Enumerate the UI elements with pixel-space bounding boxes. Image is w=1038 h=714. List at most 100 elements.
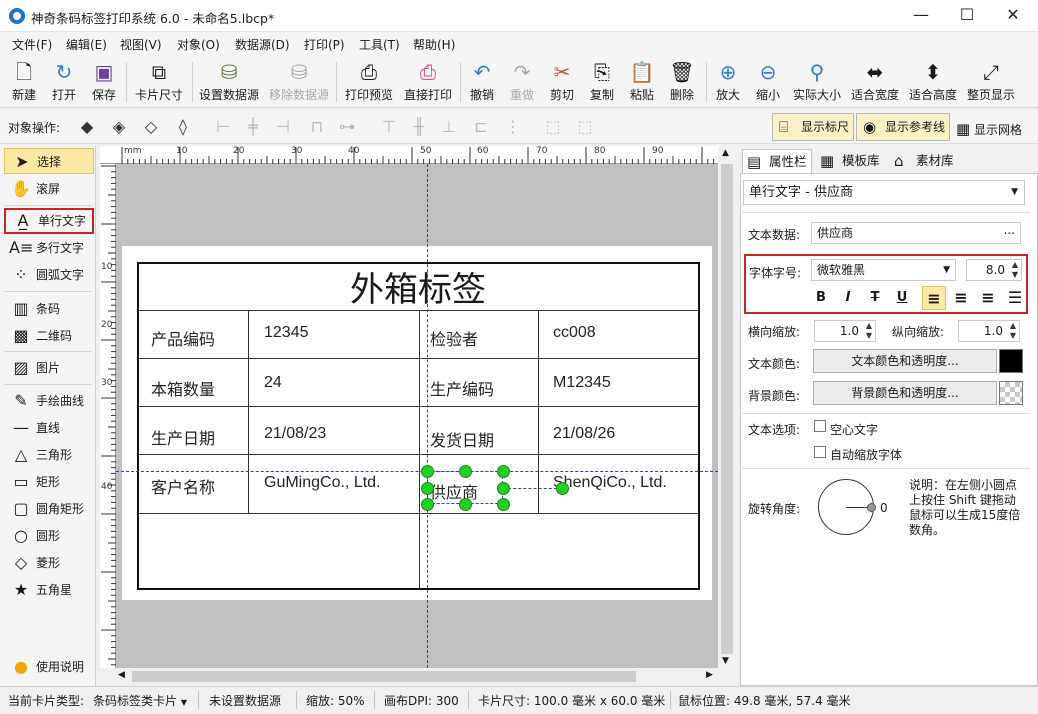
resize-handle[interactable] xyxy=(421,498,434,511)
tab-assets[interactable]: ⌂ 素材库 xyxy=(890,149,962,173)
text-color-swatch[interactable] xyxy=(999,349,1023,373)
align-center-icon[interactable]: ╪ xyxy=(242,117,264,137)
layer-up-icon[interactable]: ◇ xyxy=(140,117,162,137)
fit-width-button[interactable]: ⬌ 适合宽度 xyxy=(848,60,902,106)
menu-datasource[interactable]: 数据源(D) xyxy=(235,36,290,53)
scroll-thumb[interactable] xyxy=(721,164,733,654)
set-datasource-button[interactable]: ⛁ 设置数据源 xyxy=(198,60,260,106)
vertical-scrollbar[interactable]: ▲ ▼ xyxy=(718,146,736,668)
tool-barcode[interactable]: ▥ 条码 xyxy=(4,296,94,322)
resize-handle[interactable] xyxy=(497,482,510,495)
scroll-down-icon[interactable]: ▼ xyxy=(722,656,729,666)
menu-help[interactable]: 帮助(H) xyxy=(413,36,455,53)
align-top-icon[interactable]: ⊤ xyxy=(378,117,400,137)
resize-handle[interactable] xyxy=(497,498,510,511)
menu-view[interactable]: 视图(V) xyxy=(120,36,162,53)
rotate-handle[interactable] xyxy=(556,482,569,495)
cut-button[interactable]: ✂ 剪切 xyxy=(546,60,578,106)
tool-select[interactable]: ➤ 选择 xyxy=(4,148,94,174)
horizontal-scrollbar[interactable]: ◀ ▶ xyxy=(116,668,720,685)
menu-print[interactable]: 打印(P) xyxy=(304,36,345,53)
menu-tools[interactable]: 工具(T) xyxy=(359,36,400,53)
align-middle-icon[interactable]: ╫ xyxy=(408,117,430,137)
cell-key[interactable]: 检验者 xyxy=(430,326,478,350)
card-type-select[interactable]: 条码标签类卡片 ▼ xyxy=(93,692,187,709)
tool-image[interactable]: ▨ 图片 xyxy=(4,355,94,381)
distribute-h-icon[interactable]: ⊶ xyxy=(336,117,358,137)
scroll-thumb[interactable] xyxy=(132,671,636,682)
maximize-button[interactable]: ☐ xyxy=(944,0,990,32)
new-button[interactable]: 🗋 新建 xyxy=(8,60,40,106)
scroll-left-icon[interactable]: ◀ xyxy=(118,670,125,680)
print-preview-button[interactable]: ⎙ 打印预览 xyxy=(342,60,396,106)
cell-value[interactable]: ShenQiCo., Ltd. xyxy=(553,474,667,492)
cell-key[interactable]: 产品编码 xyxy=(151,326,215,350)
align-left-button[interactable]: ≡ xyxy=(922,286,946,310)
tool-arc-text[interactable]: ⁘ 圆弧文字 xyxy=(4,262,94,288)
tool-line[interactable]: — 直线 xyxy=(4,415,94,441)
same-width-icon[interactable]: ⊓ xyxy=(306,117,328,137)
layer-down-icon[interactable]: ◊ xyxy=(172,117,194,137)
underline-button[interactable]: U xyxy=(890,286,914,310)
font-size-spinner[interactable]: 8.0 ▲ ▼ xyxy=(966,259,1022,281)
paste-button[interactable]: 📋 粘贴 xyxy=(626,60,658,106)
zoom-in-button[interactable]: ⊕ 放大 xyxy=(712,60,744,106)
cell-key[interactable]: 生产编码 xyxy=(430,376,494,400)
tab-templates[interactable]: ▦ 模板库 xyxy=(816,149,888,173)
resize-handle[interactable] xyxy=(459,498,472,511)
text-data-input[interactable]: 供应商... xyxy=(811,222,1021,244)
send-to-back-icon[interactable]: ◈ xyxy=(108,117,130,137)
tool-multi-text[interactable]: A≡ 多行文字 xyxy=(4,235,94,261)
resize-handle[interactable] xyxy=(421,482,434,495)
tool-qrcode[interactable]: ▩ 二维码 xyxy=(4,323,94,349)
ungroup-icon[interactable]: ⬚ xyxy=(574,117,596,137)
cell-value[interactable]: 21/08/23 xyxy=(264,425,326,443)
strikethrough-button[interactable]: T xyxy=(863,286,887,310)
card-size-button[interactable]: ⧉ 卡片尺寸 xyxy=(132,60,186,106)
resize-handle[interactable] xyxy=(421,465,434,478)
scroll-up-icon[interactable]: ▲ xyxy=(722,148,729,158)
tool-triangle[interactable]: △ 三角形 xyxy=(4,442,94,468)
copy-button[interactable]: ⎘ 复制 xyxy=(586,60,618,106)
cell-value[interactable]: 24 xyxy=(264,374,282,392)
align-justify-button[interactable]: ☰ xyxy=(1003,286,1027,310)
cell-key[interactable]: 生产日期 xyxy=(151,425,215,449)
align-left-icon[interactable]: ⊢ xyxy=(212,117,234,137)
scroll-right-icon[interactable]: ▶ xyxy=(706,670,713,680)
object-select[interactable]: 单行文字 - 供应商 ▼ xyxy=(743,180,1025,205)
fit-height-button[interactable]: ⬍ 适合高度 xyxy=(906,60,960,106)
spinner-arrows-icon[interactable]: ▲ ▼ xyxy=(1010,321,1016,341)
direct-print-button[interactable]: ⎙ 直接打印 xyxy=(402,60,454,106)
undo-button[interactable]: ↶ 撤销 xyxy=(466,60,498,106)
hollow-text-checkbox[interactable] xyxy=(814,420,826,432)
show-grid-toggle[interactable]: ▦ 显示网格 xyxy=(956,120,1022,138)
menu-edit[interactable]: 编辑(E) xyxy=(66,36,107,53)
italic-button[interactable]: I xyxy=(836,286,860,310)
resize-handle[interactable] xyxy=(459,465,472,478)
v-scale-spinner[interactable]: 1.0 ▲ ▼ xyxy=(958,320,1020,342)
remove-datasource-button[interactable]: ⛁ 移除数据源 xyxy=(266,60,332,106)
font-name-select[interactable]: 微软雅黑 ▼ xyxy=(811,259,956,281)
text-color-button[interactable]: 文本颜色和透明度... xyxy=(813,349,997,373)
cell-key[interactable]: 客户名称 xyxy=(151,474,215,498)
zoom-out-button[interactable]: ⊖ 缩小 xyxy=(752,60,784,106)
bring-to-front-icon[interactable]: ◆ xyxy=(76,117,98,137)
cell-value[interactable]: 12345 xyxy=(264,324,309,342)
tab-properties[interactable]: ▤ 属性栏 xyxy=(742,149,812,173)
tool-circle[interactable]: ○ 圆形 xyxy=(4,523,94,549)
align-right-button[interactable]: ≡ xyxy=(976,286,1000,310)
bg-color-button[interactable]: 背景颜色和透明度... xyxy=(813,381,997,405)
group-icon[interactable]: ⬚ xyxy=(542,117,564,137)
close-button[interactable]: ✕ xyxy=(990,0,1036,32)
cell-key[interactable]: 发货日期 xyxy=(430,427,494,451)
cell-value[interactable]: 21/08/26 xyxy=(553,425,615,443)
minimize-button[interactable]: — xyxy=(898,0,944,32)
label-title[interactable]: 外箱标签 xyxy=(350,262,486,311)
open-button[interactable]: ↻ 打开 xyxy=(48,60,80,106)
tool-freehand[interactable]: ✎ 手绘曲线 xyxy=(4,388,94,414)
cell-value[interactable]: M12345 xyxy=(553,374,611,392)
show-ruler-toggle[interactable]: ⌸ 显示标尺 xyxy=(772,113,854,141)
fit-page-button[interactable]: ⤢ 整页显示 xyxy=(964,60,1018,106)
same-height-icon[interactable]: ⊏ xyxy=(470,117,492,137)
cell-key[interactable]: 本箱数量 xyxy=(151,376,215,400)
